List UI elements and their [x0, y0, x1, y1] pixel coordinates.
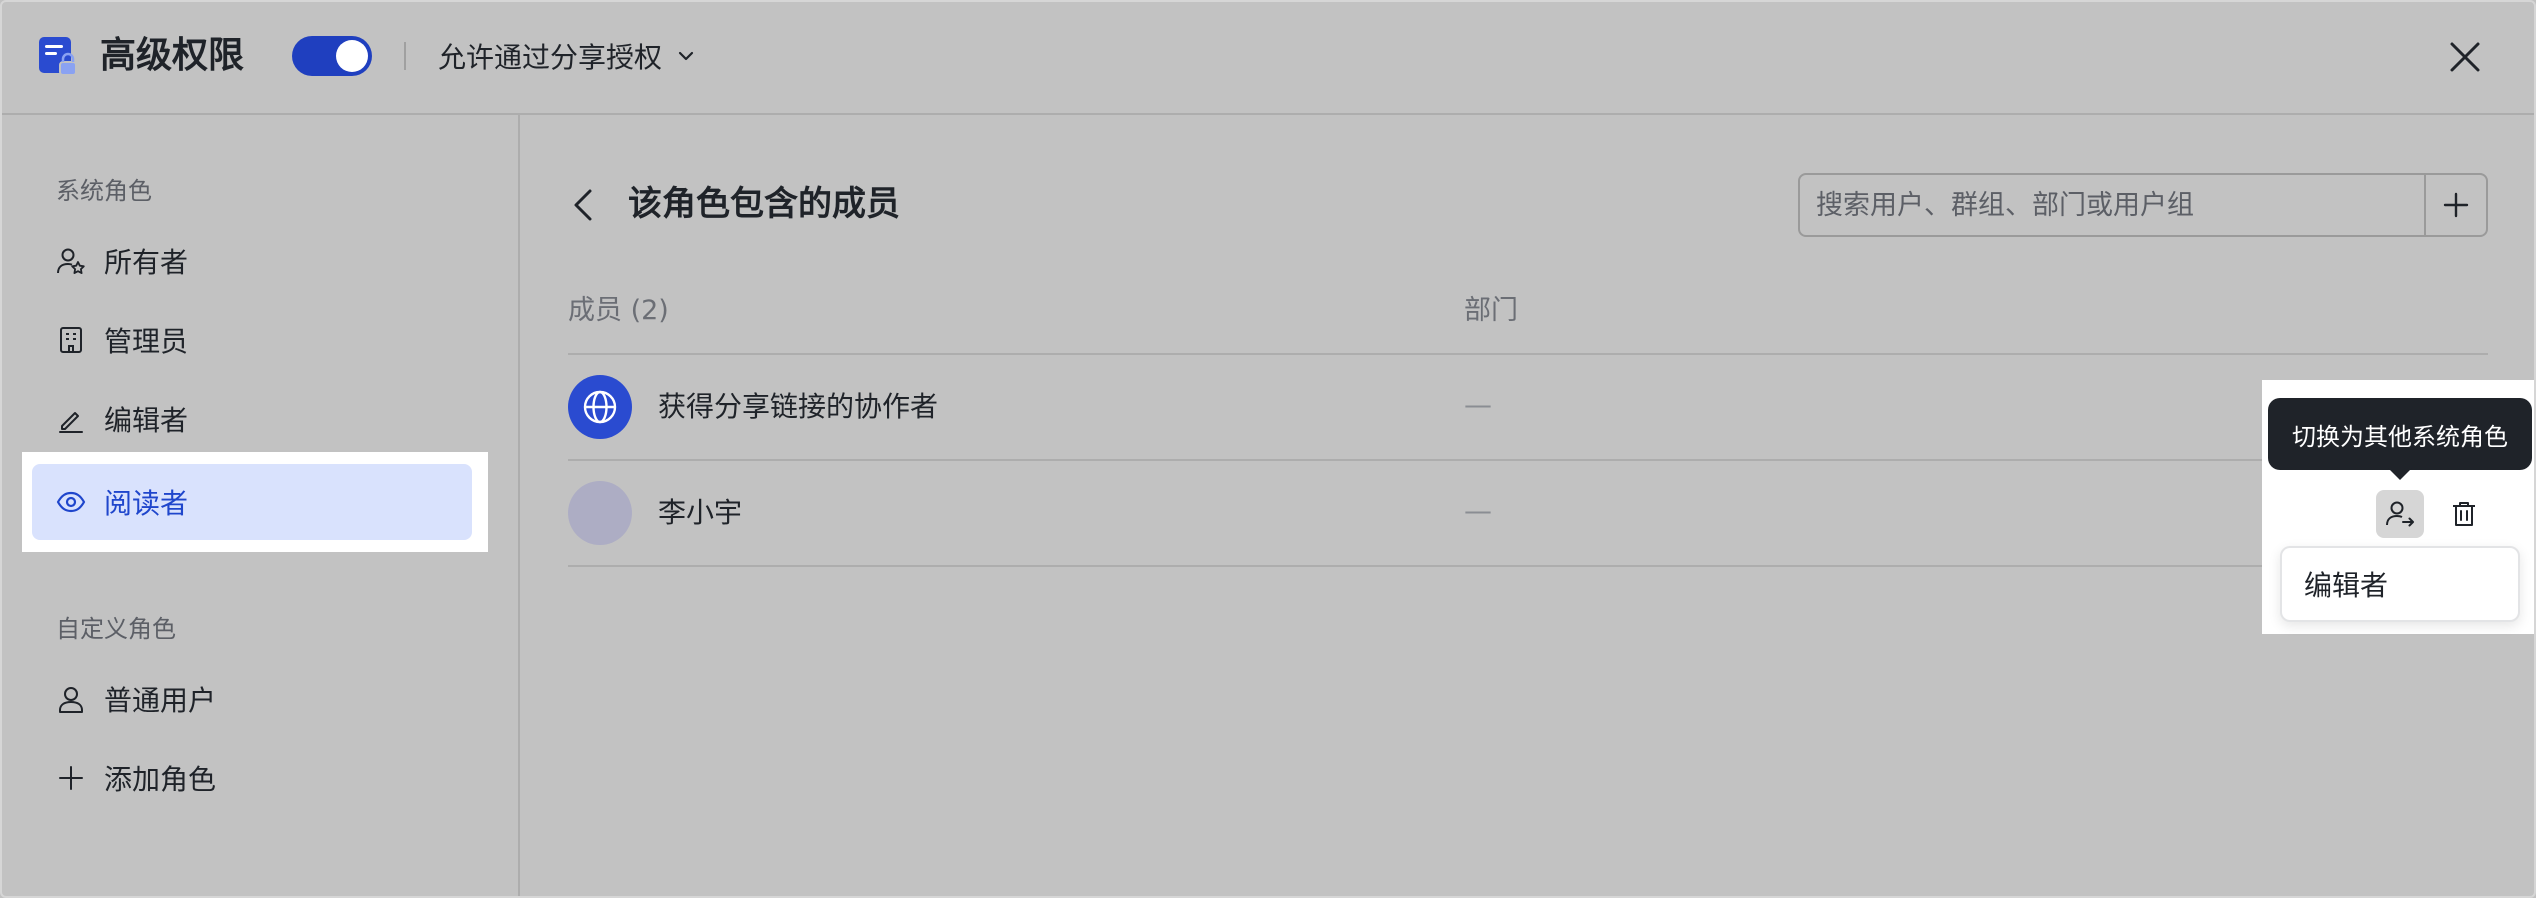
delete-member-button[interactable]: [2440, 490, 2488, 538]
share-authorization-select[interactable]: 允许通过分享授权: [438, 34, 696, 78]
table-divider: [568, 565, 2488, 567]
member-department: —: [1464, 494, 1492, 527]
department-column-header: 部门: [1464, 295, 1518, 326]
header-divider: [404, 42, 406, 70]
back-chevron-icon[interactable]: [568, 185, 598, 225]
close-icon[interactable]: [2444, 36, 2486, 78]
member-department: —: [1464, 388, 1492, 421]
permission-dialog: 高级权限 允许通过分享授权 系统角色 所有者 管理员 编辑者 阅读者 自定义角色…: [0, 0, 2536, 898]
add-member-button[interactable]: [2424, 175, 2486, 235]
member-search-box: [1798, 173, 2488, 237]
plus-icon: [2443, 192, 2469, 218]
avatar: [568, 481, 632, 545]
sidebar-item-label: 普通用户: [104, 684, 217, 717]
page-title: 该角色包含的成员: [628, 184, 900, 224]
eye-icon: [56, 491, 86, 513]
member-name: 获得分享链接的协作者: [658, 390, 939, 423]
sidebar-item-label: 管理员: [104, 325, 189, 358]
add-role-button[interactable]: 添加角色: [32, 742, 472, 814]
sidebar-item-label: 所有者: [104, 246, 189, 279]
role-option-label: 编辑者: [2304, 569, 2389, 602]
system-roles-label: 系统角色: [56, 177, 152, 205]
dialog-header: 高级权限 允许通过分享授权: [2, 2, 2534, 115]
role-sidebar: 系统角色 所有者 管理员 编辑者 阅读者 自定义角色 普通用户 添加角色: [2, 115, 520, 896]
sidebar-item-admin[interactable]: 管理员: [32, 304, 472, 376]
toggle-knob: [336, 40, 368, 72]
sidebar-item-label: 添加角色: [104, 763, 217, 796]
chevron-down-icon: [678, 51, 694, 61]
members-panel: 该角色包含的成员 成员 (2) 部门 获得分享链接的协作者 —: [522, 115, 2534, 896]
switch-role-button[interactable]: [2376, 490, 2424, 538]
user-switch-icon: [2386, 501, 2414, 527]
role-option-editor[interactable]: 编辑者: [2280, 546, 2520, 622]
tooltip-arrow: [2388, 468, 2412, 480]
sidebar-item-label: 编辑者: [104, 404, 189, 437]
user-star-icon: [57, 248, 85, 274]
pencil-icon: [59, 412, 83, 433]
member-name: 李小宇: [658, 496, 743, 529]
sidebar-item-label: 阅读者: [104, 487, 189, 520]
building-icon: [60, 327, 82, 353]
sidebar-item-editor[interactable]: 编辑者: [32, 383, 472, 455]
table-row: 获得分享链接的协作者 —: [568, 355, 2488, 459]
globe-icon: [583, 390, 617, 424]
plus-icon: [59, 766, 83, 790]
sidebar-item-owner[interactable]: 所有者: [32, 225, 472, 297]
globe-avatar: [568, 375, 632, 439]
sidebar-item-reader[interactable]: 阅读者: [32, 464, 472, 540]
dialog-title: 高级权限: [100, 35, 245, 76]
custom-roles-label: 自定义角色: [56, 615, 176, 643]
share-authorization-label: 允许通过分享授权: [438, 41, 663, 74]
user-icon: [59, 687, 83, 713]
switch-role-tooltip: 切换为其他系统角色: [2268, 398, 2532, 470]
advanced-permission-toggle[interactable]: [292, 36, 372, 76]
sidebar-item-normal-user[interactable]: 普通用户: [32, 663, 472, 735]
table-row: 李小宇 —: [568, 461, 2488, 565]
app-document-lock-icon: [39, 37, 77, 76]
member-search-input[interactable]: [1800, 175, 2424, 235]
member-column-header: 成员 (2): [568, 295, 669, 326]
trash-icon: [2453, 502, 2475, 526]
